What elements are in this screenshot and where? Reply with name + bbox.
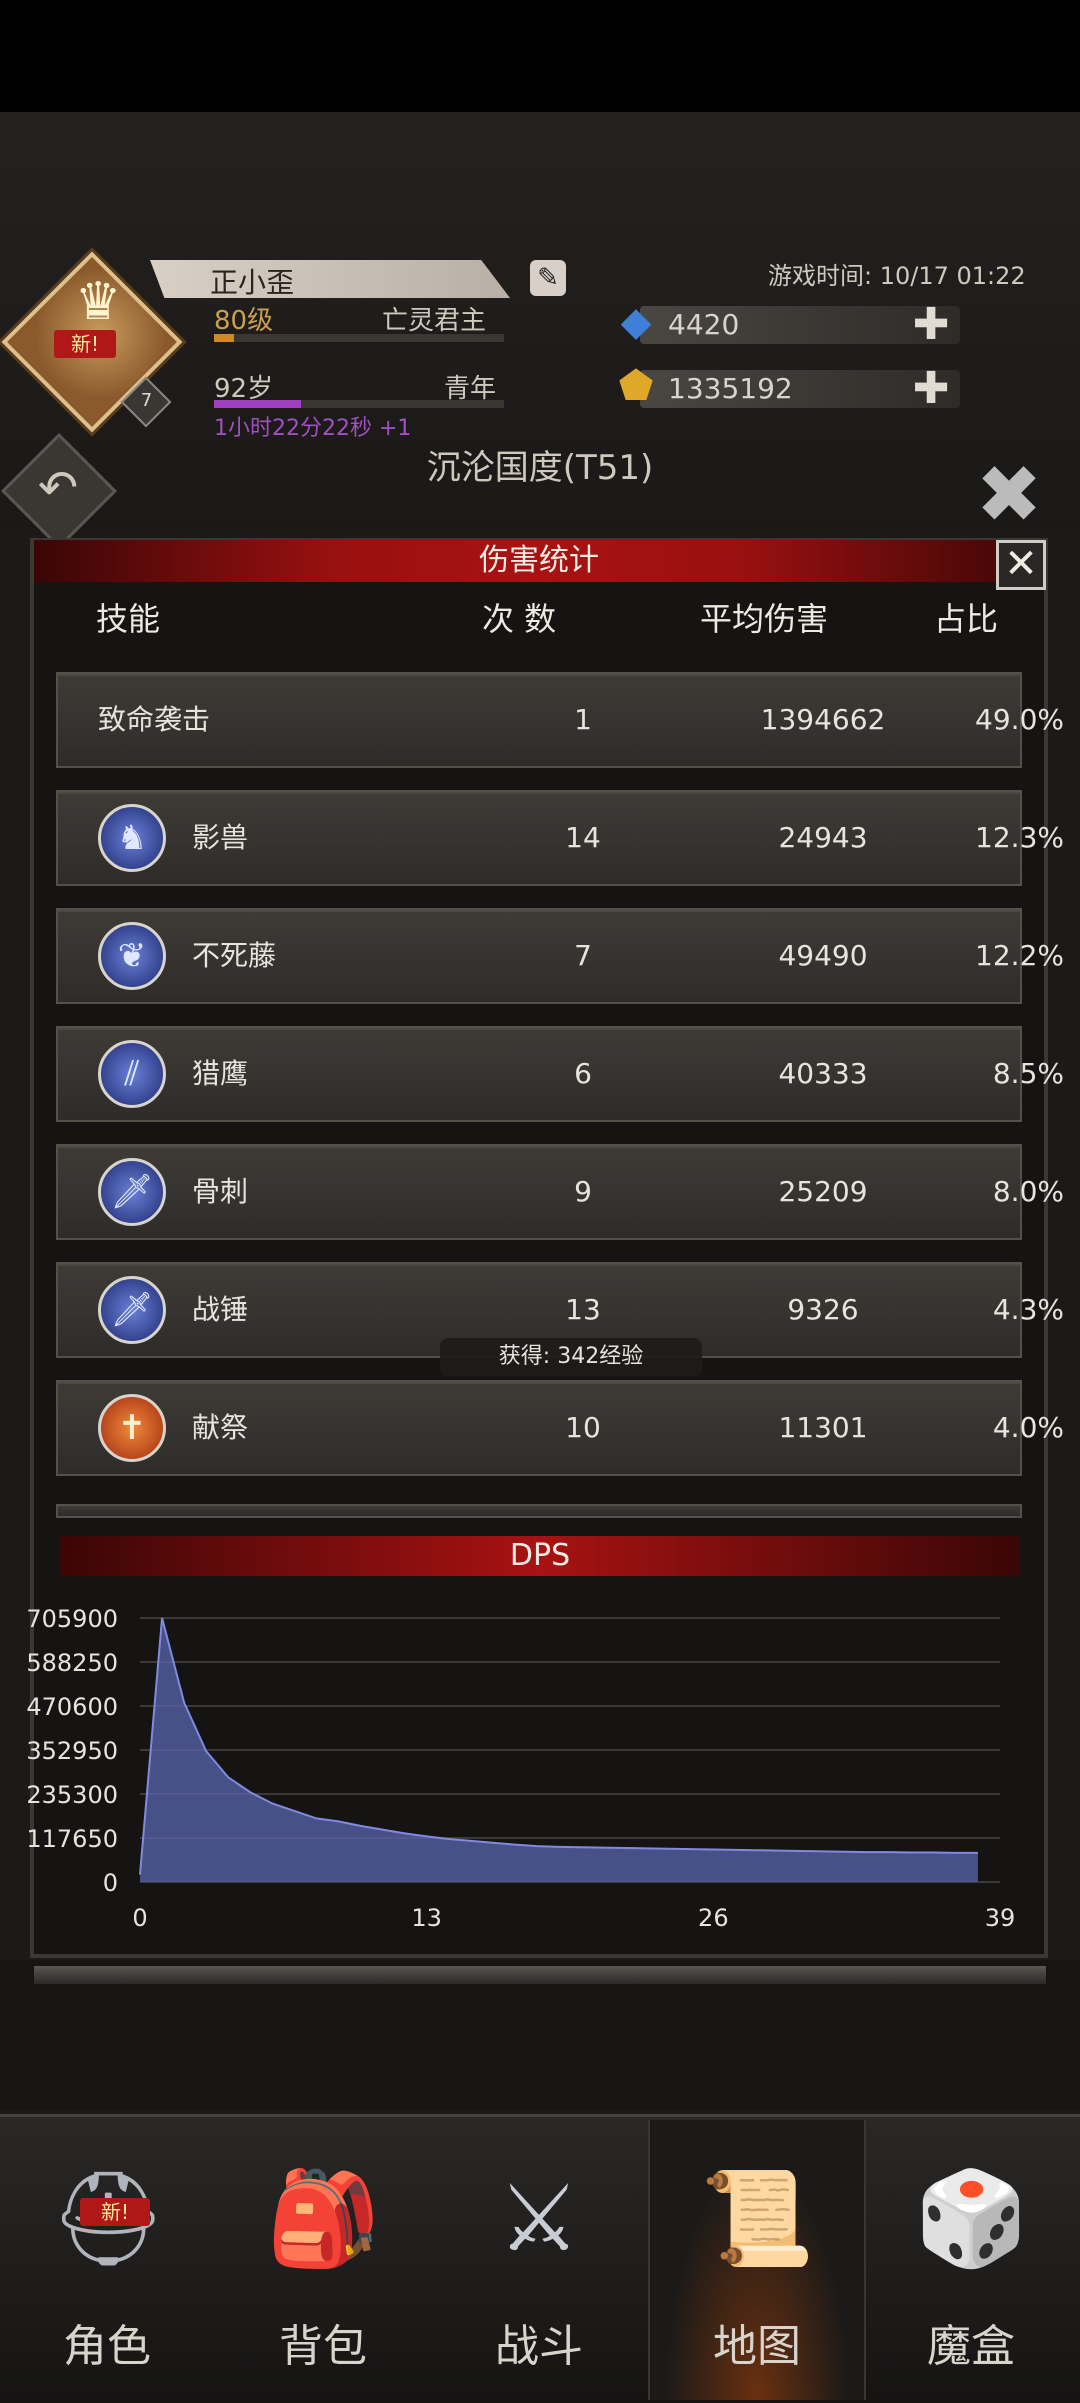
y-tick-label: 0: [103, 1869, 118, 1897]
x-tick-label: 26: [698, 1904, 729, 1932]
sword-icon: 🗡: [98, 1158, 166, 1226]
back-icon: ↶: [37, 460, 79, 516]
exp-gain-toast: 获得: 342经验: [440, 1338, 702, 1376]
skill-name: 献祭: [192, 1411, 249, 1444]
panel-bottom-bar: [34, 1966, 1046, 1984]
claw-icon: ⫽: [98, 1040, 166, 1108]
rank-number-text: 7: [140, 390, 153, 412]
table-row[interactable]: ♞ 影兽 14 24943 12.3%: [56, 790, 1064, 886]
skill-percent: 12.3%: [975, 821, 1064, 854]
dps-chart: 705900 588250 470600 352950 235300 117650 00 13…: [26, 1605, 1016, 1932]
new-badge: 新!: [80, 2198, 150, 2226]
table-row[interactable]: ✝ 献祭 10 11301 4.0%: [56, 1380, 1064, 1476]
edit-icon[interactable]: ✎: [530, 260, 566, 296]
nav-label: 背包: [279, 2321, 367, 2372]
panel-title: 伤害统计: [479, 543, 599, 578]
skill-count: 10: [565, 1411, 601, 1444]
sword-shield-icon: ⚔: [497, 2165, 581, 2272]
skill-count: 9: [574, 1175, 592, 1208]
table-row-partial: [56, 1504, 1022, 1518]
backpack-icon: 🎒: [266, 2165, 381, 2272]
skill-name: 骨刺: [192, 1175, 249, 1208]
player-title: 亡灵君主: [382, 306, 487, 336]
add-gold-button[interactable]: ✚: [912, 367, 950, 411]
nav-label: 角色: [63, 2321, 151, 2372]
x-tick-label: 39: [985, 1904, 1016, 1932]
table-row[interactable]: 致命袭击 1 1394662 49.0%: [56, 672, 1064, 768]
nav-label: 战斗: [495, 2321, 583, 2372]
magic-box-icon: 🎲: [914, 2165, 1029, 2272]
nav-label: 魔盒: [927, 2321, 1015, 2372]
column-header-percent: 占比: [934, 600, 999, 638]
sword-icon: 🗡: [98, 1276, 166, 1344]
level-progress-fill: [214, 334, 235, 342]
column-header-skill: 技能: [96, 600, 161, 638]
column-header-count: 次 数: [482, 600, 557, 638]
vine-icon: ❦: [98, 922, 166, 990]
skill-count: 7: [574, 939, 592, 972]
player-name: 正小歪: [210, 266, 295, 299]
diamond-count: 4420: [668, 308, 740, 341]
add-diamond-button[interactable]: ✚: [912, 303, 950, 347]
cross-icon: ✝: [98, 1394, 166, 1462]
nav-character[interactable]: ⛑ 角色: [0, 2120, 214, 2400]
gold-count: 1335192: [668, 372, 793, 405]
skill-count: 1: [574, 703, 592, 736]
column-header-average-damage: 平均伤害: [700, 600, 829, 638]
map-title: 沉沦国度(T51): [426, 448, 654, 488]
skill-name: 战锤: [192, 1293, 249, 1326]
gold-icon: ⬟: [618, 363, 654, 409]
age-progress-fill: [214, 400, 301, 408]
game-time: 游戏时间: 10/17 01:22: [768, 262, 1026, 290]
player-level: 80级: [214, 306, 274, 336]
y-tick-label: 235300: [26, 1781, 118, 1809]
new-badge: 新!: [54, 330, 116, 358]
level-progress-bar: [214, 334, 504, 342]
nav-magic-box[interactable]: 🎲 魔盒: [864, 2120, 1078, 2400]
y-tick-label: 352950: [26, 1737, 118, 1765]
skill-percent: 12.2%: [975, 939, 1064, 972]
scroll-map-icon: 📜: [700, 2165, 815, 2272]
dps-title: DPS: [509, 1538, 571, 1573]
y-tick-label: 588250: [26, 1649, 118, 1677]
nav-label: 地图: [713, 2321, 801, 2372]
nav-battle[interactable]: ⚔ 战斗: [432, 2120, 646, 2400]
y-tick-label: 470600: [26, 1693, 118, 1721]
skill-name: 不死藤: [192, 939, 277, 972]
beast-icon: ♞: [98, 804, 166, 872]
y-tick-label: 117650: [26, 1825, 118, 1853]
table-row[interactable]: ⫽ 猎鹰 6 40333 8.5%: [56, 1026, 1064, 1122]
skill-name: 影兽: [192, 821, 249, 854]
skill-percent: 4.0%: [992, 1411, 1064, 1444]
name-plate: [150, 260, 510, 298]
x-tick-label: 0: [132, 1904, 147, 1932]
skill-percent: 8.0%: [992, 1175, 1064, 1208]
skill-percent: 8.5%: [992, 1057, 1064, 1090]
exit-button[interactable]: ✖: [964, 450, 1054, 540]
nav-backpack[interactable]: 🎒 背包: [216, 2120, 430, 2400]
crown-icon: ♛: [74, 272, 122, 332]
diamond-icon: ◆: [620, 299, 652, 345]
skill-count: 6: [574, 1057, 592, 1090]
skill-percent: 49.0%: [975, 703, 1064, 736]
nav-map[interactable]: 📜 地图: [648, 2120, 866, 2400]
table-row[interactable]: ❦ 不死藤 7 49490 12.2%: [56, 908, 1064, 1004]
skill-name: 致命袭击: [98, 703, 211, 736]
skill-percent: 4.3%: [992, 1293, 1064, 1326]
y-tick-label: 705900: [26, 1605, 118, 1633]
close-button[interactable]: ✕: [996, 540, 1046, 590]
skill-name: 猎鹰: [192, 1057, 249, 1090]
skill-count: 14: [565, 821, 601, 854]
x-tick-label: 13: [411, 1904, 442, 1932]
time-gain-text: 1小时22分22秒 +1: [214, 416, 412, 441]
table-row[interactable]: 🗡 骨刺 9 25209 8.0%: [56, 1144, 1064, 1240]
status-bar: [0, 0, 1080, 112]
